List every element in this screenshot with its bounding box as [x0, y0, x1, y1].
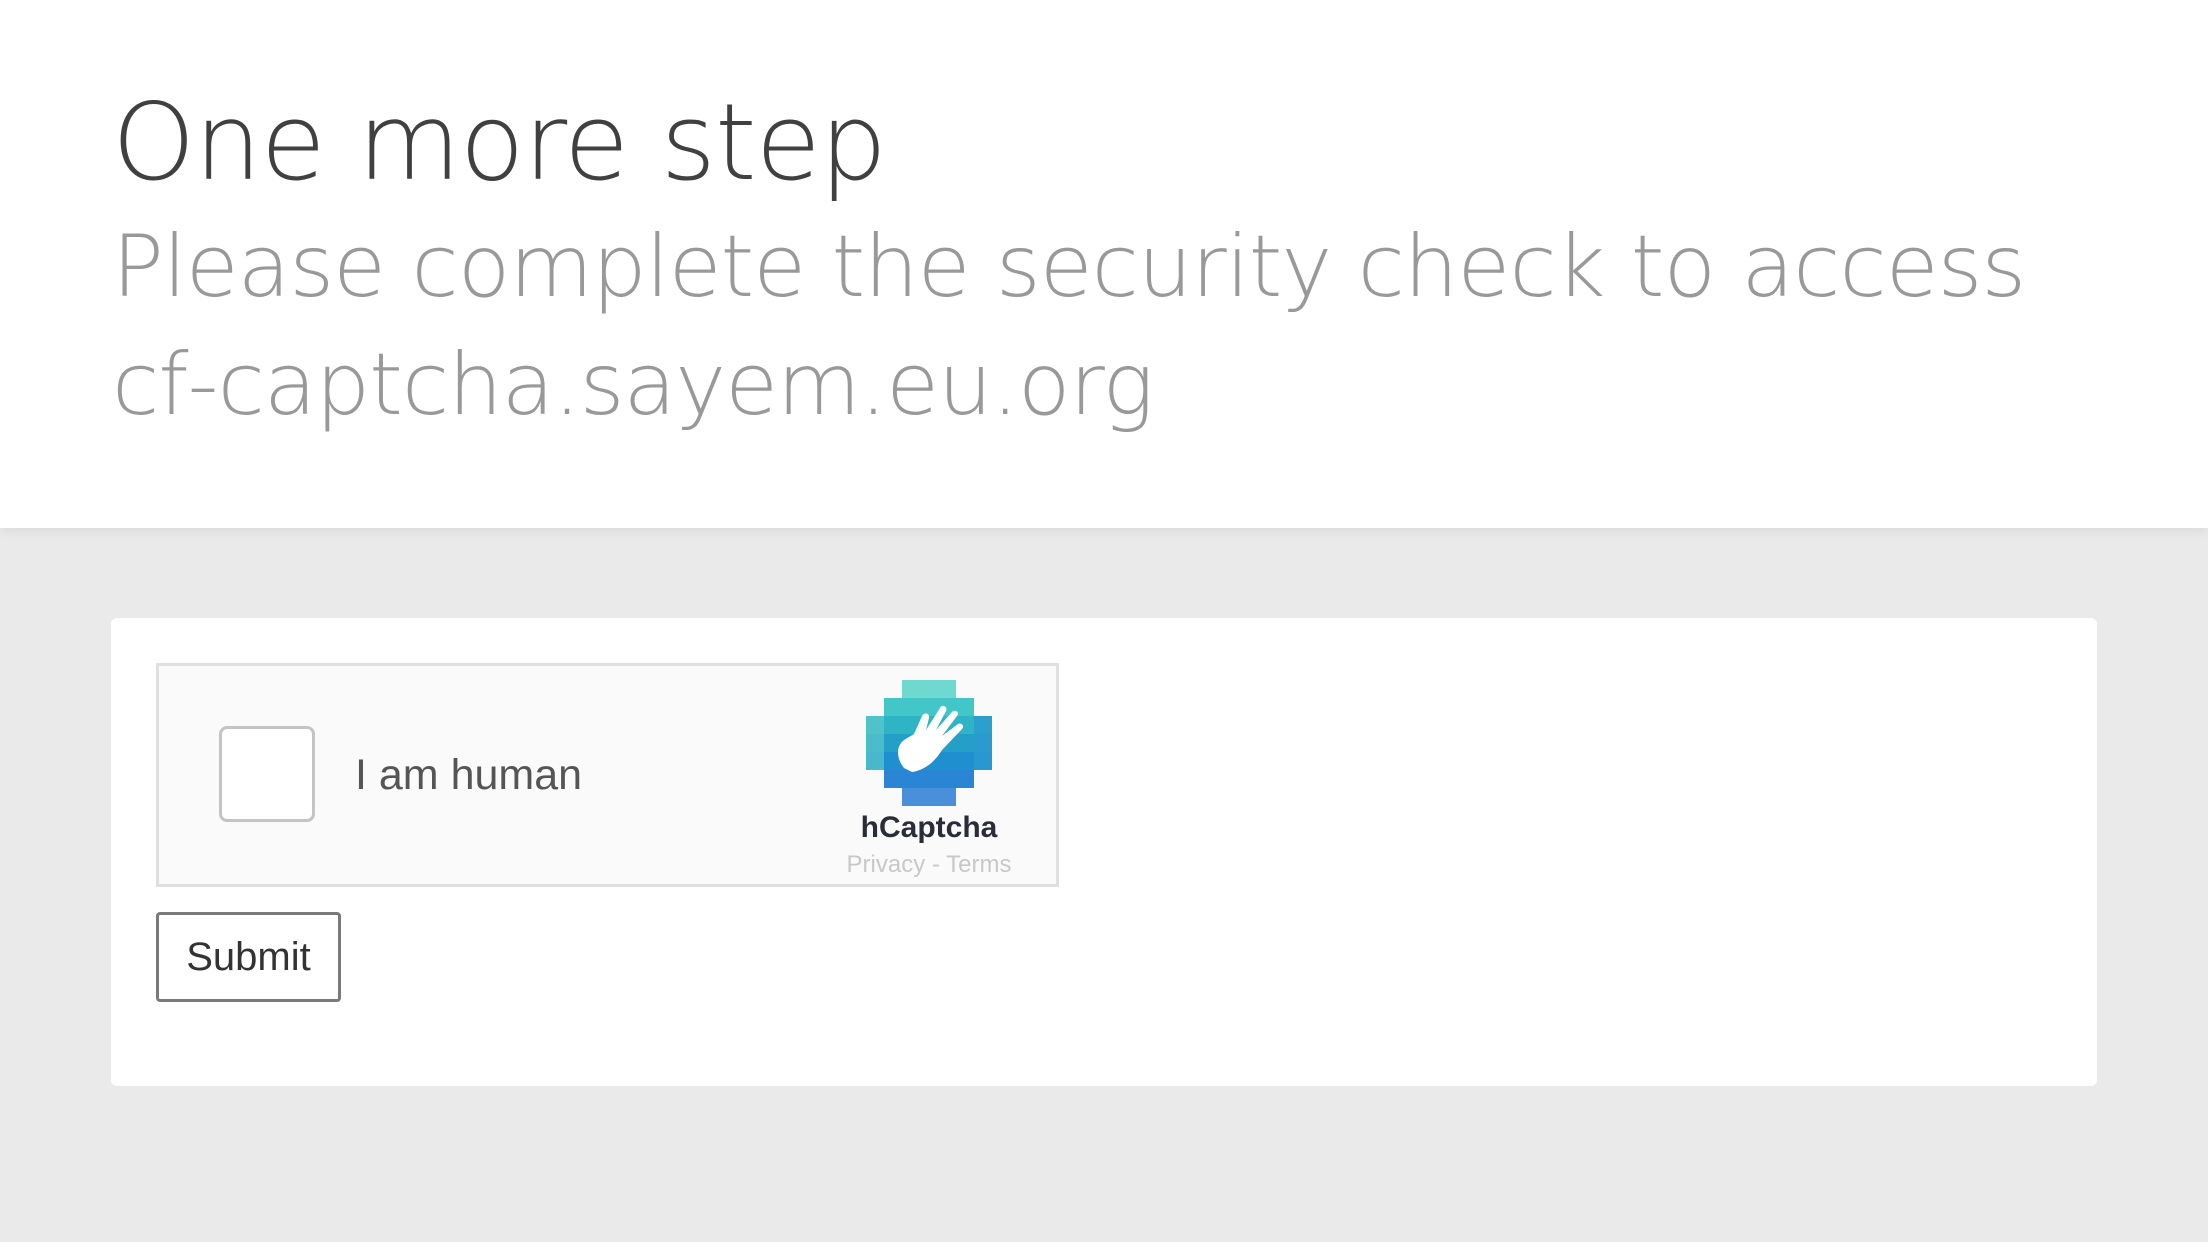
hcaptcha-widget: I am human hCaptcha Privacy - Terms [156, 663, 1059, 887]
page-title: One more step [112, 81, 887, 204]
human-checkbox-label[interactable]: I am human [355, 748, 582, 802]
challenge-card: I am human hCaptcha Privacy - Terms Subm… [111, 618, 2097, 1086]
hcaptcha-hand-icon [866, 680, 992, 806]
privacy-link[interactable]: Privacy [847, 851, 926, 878]
captcha-links: Privacy - Terms [799, 850, 1059, 880]
page-subtitle: Please complete the security check to ac… [112, 217, 2026, 435]
links-separator: - [925, 851, 947, 878]
hcaptcha-brand: hCaptcha [860, 811, 998, 844]
page-header: One more step Please complete the securi… [0, 0, 2208, 528]
submit-button[interactable]: Submit [156, 912, 341, 1002]
human-checkbox[interactable] [219, 726, 315, 822]
terms-link[interactable]: Terms [946, 851, 1011, 878]
